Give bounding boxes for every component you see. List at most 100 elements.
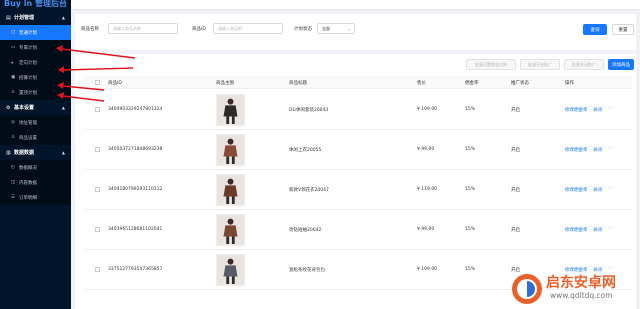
sidebar-item-targeted-plan[interactable]: ⌖ 定向计划 [0,55,71,70]
table-row: 3404903329247801324 DG休闲套装20043 ¥ 109.00 15… [83,90,632,130]
product-id-placeholder: 请输入商品ID [218,26,243,31]
table-panel: 批量设置佣金比例 批量开启推广 批量关闭推广 添加商品 商品ID 商品主图 商品… [75,54,636,309]
product-thumbnail[interactable] [216,94,245,126]
close-promo-link[interactable]: 关闭 [593,187,602,193]
sidebar-group-label: 数据数据 [14,150,35,156]
row-checkbox[interactable] [95,227,100,232]
sidebar-item-address[interactable]: ◎ 地址管理 [0,115,71,130]
select-all-checkbox[interactable] [95,80,100,85]
promo-status: 开启 [511,148,520,153]
edit-commission-link[interactable]: 修改佣金率 [565,227,588,233]
sidebar-group-label: 基本设置 [14,105,35,111]
product-thumbnail[interactable] [216,254,245,286]
sidebar-item-label: 商品设置 [19,135,37,141]
user-icon: ♙ [11,90,16,95]
product-id: 3404903329247801324 [108,107,163,112]
row-checkbox[interactable] [95,147,100,152]
reset-button[interactable]: 重置 [612,24,634,35]
product-title: 亮钻短袖20042 [289,228,322,233]
sidebar-item-label: 订单明细 [19,195,37,201]
sidebar-item-order-detail[interactable]: ☰ 订单明细 [0,190,71,205]
product-id-label: 商品ID [192,27,206,32]
sidebar-item-pinned-plan[interactable]: ♙ 置顶计划 [0,85,71,100]
plan-status-label: 计划状态 [294,27,312,32]
plan-status-select[interactable]: 全部 ⌄ [317,23,355,34]
row-checkbox[interactable] [95,267,100,272]
product-price: ¥ 109.00 [417,267,438,272]
col-header-status: 推广状态 [511,81,529,86]
watermark-logo-icon [512,274,542,304]
sidebar-item-recruit-plan[interactable]: ▣ 招募计划 [0,70,71,85]
commission-rate: 15% [465,267,476,272]
sidebar-item-product-settings[interactable]: ♙ 商品设置 [0,130,71,145]
sidebar-item-label: 地址管理 [19,120,37,126]
product-thumbnail[interactable] [216,214,245,246]
col-header-title: 商品标题 [289,81,307,86]
watermark: 启东安卓网 www.qdltdq.com [510,272,638,306]
edit-commission-link[interactable]: 修改佣金率 [565,147,588,153]
commission-rate: 15% [465,227,476,232]
product-title: 休闲上衣20055 [289,148,322,153]
product-title: DG休闲套装20043 [289,108,329,113]
promo-status: 开启 [511,228,520,233]
sidebar-item-label: 内容数据 [19,180,37,186]
edit-commission-link[interactable]: 修改佣金率 [565,187,588,193]
row-checkbox[interactable] [95,107,100,112]
sidebar-item-label: 普通计划 [19,30,37,36]
more-actions-icon[interactable]: ··· [608,106,612,111]
chevron-up-icon: ▲ [61,150,65,155]
file-icon: ▢ [11,30,16,35]
more-actions-icon[interactable]: ··· [608,226,612,231]
sidebar-group-plans[interactable]: ▤ 计划管理 ▲ [0,10,71,25]
col-header-price: 售价 [417,81,426,86]
recruit-icon: ▣ [11,75,16,80]
plan-status-value: 全部 [322,26,330,31]
product-thumbnail[interactable] [216,134,245,166]
sidebar-group-settings[interactable]: ⚙ 基本设置 ▲ [0,100,71,115]
product-id: 3403965128681102041 [108,227,163,232]
commission-rate: 15% [465,147,476,152]
app-logo: Buy in 管理后台 [4,0,68,8]
sidebar-item-label: 定向计划 [19,60,37,66]
promo-status: 开启 [511,108,520,113]
row-checkbox[interactable] [95,187,100,192]
product-id: 3375127793547365857 [108,267,163,272]
more-actions-icon[interactable]: ··· [608,146,612,151]
sidebar-group-data[interactable]: ▥ 数据数据 ▲ [0,145,71,160]
product-name-label: 商品名称 [81,27,99,32]
product-price: ¥ 99.00 [417,227,435,232]
product-name-input[interactable]: 请输入商品名称 [108,23,178,34]
product-thumbnail[interactable] [216,174,245,206]
sidebar-item-content-data[interactable]: ◫ 内容数据 [0,175,71,190]
batch-close-button[interactable]: 批量关闭推广 [564,59,604,70]
sidebar-item-data-overview[interactable]: ◴ 数据概况 [0,160,71,175]
more-actions-icon[interactable]: ··· [608,186,612,191]
sidebar-item-normal-plan[interactable]: ▢ 普通计划 [0,25,71,40]
sidebar-item-exclusive-plan[interactable]: ▭ 专属计划 [0,40,71,55]
batch-open-button[interactable]: 批量开启推广 [520,59,560,70]
product-title: 宽松条纹花背包包 [289,268,325,273]
commission-rate: 15% [465,107,476,112]
add-product-button[interactable]: 添加商品 [608,59,634,70]
app-root: Buy in 管理后台 ▤ 计划管理 ▲ ▢ 普通计划 ▭ 专属计划 ⌖ 定向计… [0,0,640,309]
product-id-input[interactable]: 请输入商品ID [213,23,283,34]
sidebar: Buy in 管理后台 ▤ 计划管理 ▲ ▢ 普通计划 ▭ 专属计划 ⌖ 定向计… [0,0,71,309]
more-actions-icon[interactable]: ··· [608,266,612,271]
table-row: 3403965128681102041 亮钻短袖20042 ¥ 99.00 15% 开启… [83,210,632,250]
batch-commission-button[interactable]: 批量设置佣金比例 [466,59,516,70]
close-promo-link[interactable]: 关闭 [593,227,602,233]
col-header-id: 商品ID [108,81,122,86]
close-promo-link[interactable]: 关闭 [593,107,602,113]
chevron-up-icon: ▲ [61,105,65,110]
folder-icon: ▭ [11,45,16,50]
calendar-icon: ▤ [6,14,11,21]
product-price: ¥ 119.00 [417,187,438,192]
location-icon: ◎ [11,120,15,125]
product-title: 新款V领花衣20047 [289,188,329,193]
content-icon: ◫ [11,180,16,185]
search-button[interactable]: 查询 [583,24,607,35]
sidebar-item-label: 专属计划 [19,45,37,51]
edit-commission-link[interactable]: 修改佣金率 [565,107,588,113]
close-promo-link[interactable]: 关闭 [593,147,602,153]
table-header: 商品ID 商品主图 商品标题 售价 佣金率 推广状态 操作 [83,76,632,89]
